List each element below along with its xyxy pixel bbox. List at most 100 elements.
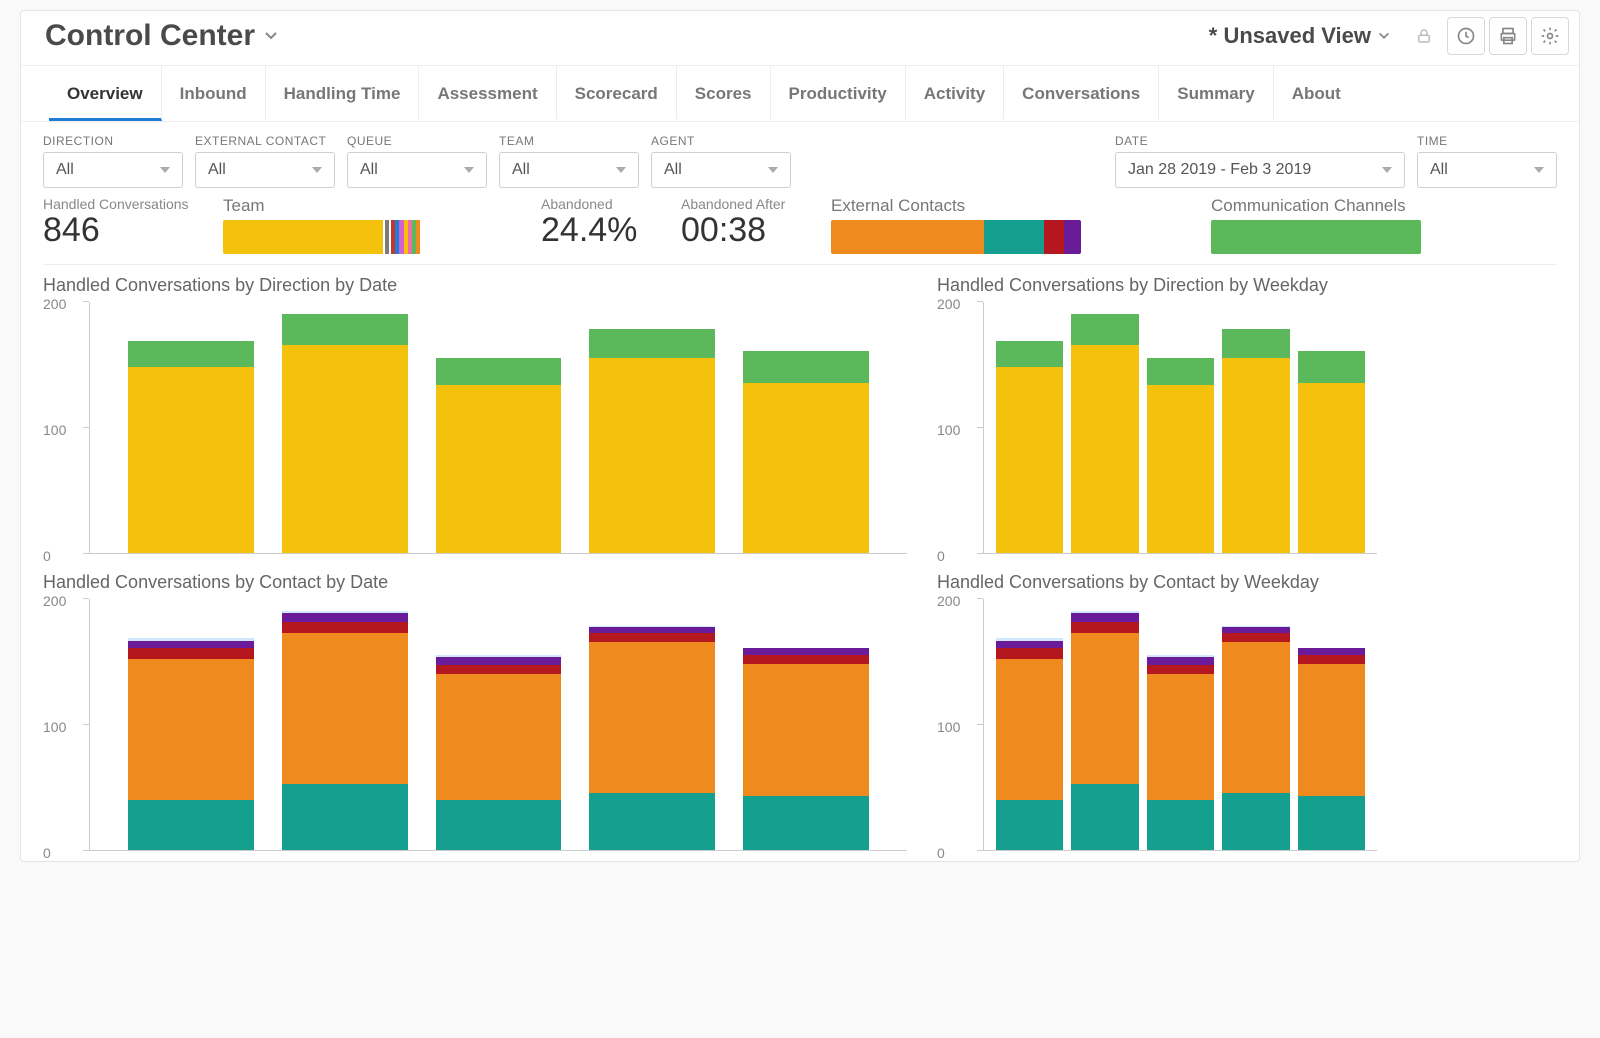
bar-segment — [1298, 351, 1365, 383]
settings-button[interactable] — [1531, 17, 1569, 55]
time-filter[interactable]: All — [1417, 152, 1557, 188]
chevron-down-icon — [616, 167, 626, 173]
bar-segment — [1222, 358, 1289, 553]
bar-column — [1071, 611, 1138, 850]
bar-segment — [589, 793, 715, 850]
bar-segment — [436, 385, 562, 553]
channels-strip — [1211, 220, 1421, 254]
bar-segment — [1298, 655, 1365, 664]
bar-segment — [282, 622, 408, 633]
external-contact-filter[interactable]: All — [195, 152, 335, 188]
bar-segment — [436, 665, 562, 674]
bar-segment — [996, 648, 1063, 658]
bar-column — [996, 341, 1063, 553]
clock-button[interactable] — [1447, 17, 1485, 55]
agent-filter[interactable]: All — [651, 152, 791, 188]
lock-icon — [1405, 17, 1443, 55]
strip-segment — [1211, 220, 1421, 254]
chevron-down-icon — [160, 167, 170, 173]
tab-assessment[interactable]: Assessment — [419, 66, 556, 121]
external-contact-filter-value: All — [208, 161, 226, 179]
bar-column — [589, 626, 715, 850]
chevron-down-icon — [1377, 29, 1391, 43]
abandoned-label: Abandoned — [541, 196, 651, 212]
bar-segment — [1298, 796, 1365, 850]
external-contact-filter-label: EXTERNAL CONTACT — [195, 134, 335, 148]
y-tick-label: 0 — [937, 548, 945, 564]
bar-segment — [282, 784, 408, 850]
chevron-down-icon — [1534, 167, 1544, 173]
bar-column — [1298, 648, 1365, 850]
team-filter[interactable]: All — [499, 152, 639, 188]
bar-segment — [1298, 664, 1365, 796]
team-strip-title: Team — [223, 196, 433, 216]
view-dropdown[interactable]: * Unsaved View — [1209, 23, 1391, 49]
time-filter-value: All — [1430, 161, 1448, 179]
strip-segment — [223, 220, 383, 254]
y-tick-label: 100 — [937, 719, 960, 735]
bar-column — [1222, 329, 1289, 553]
direction-filter-label: DIRECTION — [43, 134, 183, 148]
handled-label: Handled Conversations — [43, 196, 193, 212]
bar-segment — [1071, 314, 1138, 346]
date-filter-label: DATE — [1115, 134, 1405, 148]
bar-column — [589, 329, 715, 553]
queue-filter[interactable]: All — [347, 152, 487, 188]
y-tick-label: 0 — [43, 845, 51, 861]
tab-scorecard[interactable]: Scorecard — [557, 66, 677, 121]
chart-contact-by-date: 0100200 — [43, 599, 907, 851]
bar-segment — [996, 659, 1063, 800]
bar-segment — [743, 351, 869, 383]
bar-segment — [996, 641, 1063, 649]
chevron-down-icon — [263, 28, 279, 44]
y-tick-label: 0 — [43, 548, 51, 564]
tab-scores[interactable]: Scores — [677, 66, 771, 121]
print-button[interactable] — [1489, 17, 1527, 55]
abandoned-value: 24.4% — [541, 212, 651, 249]
bar-column — [743, 351, 869, 553]
date-filter[interactable]: Jan 28 2019 - Feb 3 2019 — [1115, 152, 1405, 188]
tab-about[interactable]: About — [1274, 66, 1359, 121]
bar-column — [282, 611, 408, 850]
strip-segment — [984, 220, 1044, 254]
y-tick-label: 200 — [937, 593, 960, 609]
bar-segment — [743, 655, 869, 664]
tab-activity[interactable]: Activity — [906, 66, 1004, 121]
page-title-text: Control Center — [45, 19, 255, 53]
abandoned-after-label: Abandoned After — [681, 196, 801, 212]
bar-segment — [1147, 665, 1214, 674]
bar-segment — [589, 329, 715, 358]
bar-segment — [743, 664, 869, 796]
tab-conversations[interactable]: Conversations — [1004, 66, 1159, 121]
bar-segment — [1071, 613, 1138, 622]
tab-overview[interactable]: Overview — [49, 66, 162, 121]
bar-segment — [128, 648, 254, 658]
bar-segment — [128, 659, 254, 800]
bar-column — [128, 341, 254, 553]
team-strip — [223, 220, 433, 254]
y-tick-label: 100 — [43, 719, 66, 735]
bar-segment — [436, 800, 562, 850]
y-tick-label: 200 — [43, 593, 66, 609]
page-title[interactable]: Control Center — [45, 19, 279, 53]
bar-column — [743, 648, 869, 850]
bar-segment — [996, 800, 1063, 850]
bar-segment — [1147, 358, 1214, 386]
team-filter-label: TEAM — [499, 134, 639, 148]
tab-summary[interactable]: Summary — [1159, 66, 1273, 121]
bar-segment — [1222, 329, 1289, 358]
date-filter-value: Jan 28 2019 - Feb 3 2019 — [1128, 161, 1311, 179]
chevron-down-icon — [312, 167, 322, 173]
direction-filter[interactable]: All — [43, 152, 183, 188]
tab-handling-time[interactable]: Handling Time — [266, 66, 420, 121]
strip-segment — [416, 220, 420, 254]
bar-column — [1071, 314, 1138, 553]
tab-inbound[interactable]: Inbound — [162, 66, 266, 121]
bar-segment — [743, 796, 869, 850]
strip-segment — [831, 220, 984, 254]
handled-value: 846 — [43, 212, 193, 249]
chevron-down-icon — [768, 167, 778, 173]
channels-strip-title: Communication Channels — [1211, 196, 1421, 216]
tab-productivity[interactable]: Productivity — [771, 66, 906, 121]
time-filter-label: TIME — [1417, 134, 1557, 148]
